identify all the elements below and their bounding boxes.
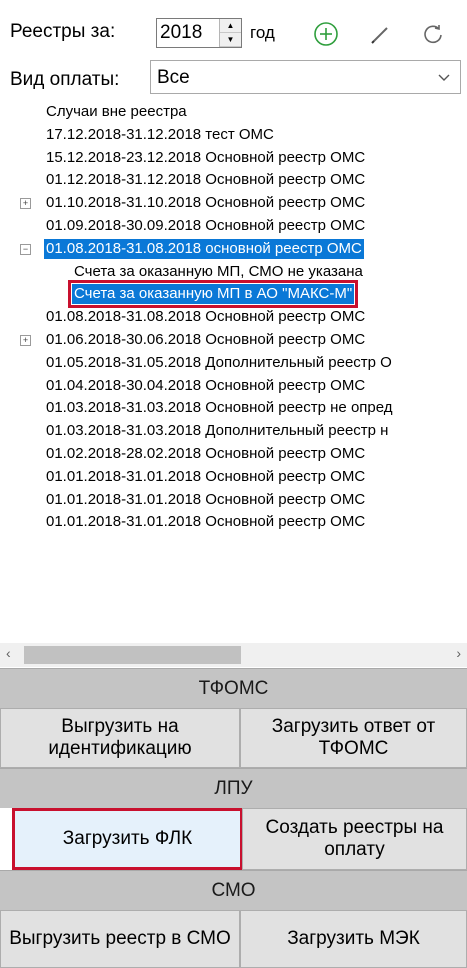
tree-item[interactable]: 17.12.2018-31.12.2018 тест ОМС [44, 125, 276, 145]
tree-item[interactable]: 01.08.2018-31.08.2018 основной реестр ОМ… [44, 238, 364, 259]
chevron-down-icon[interactable] [436, 69, 452, 85]
pencil-icon[interactable] [366, 19, 396, 49]
tree-item[interactable]: 01.01.2018-31.01.2018 Основной реестр ОМ… [44, 467, 367, 487]
year-value[interactable]: 2018 [160, 22, 202, 44]
tree-item[interactable]: 01.08.2018-31.08.2018 Основной реестр ОМ… [44, 307, 367, 327]
toolbar: Реестры за: 2018 ▲ ▼ год Вид оплаты: [0, 0, 467, 90]
payment-type-value: Все [157, 67, 190, 88]
tree-item[interactable]: 01.01.2018-31.01.2018 Основной реестр ОМ… [44, 490, 367, 510]
payment-type-label: Вид оплаты: [10, 69, 120, 90]
tree-item[interactable]: 01.03.2018-31.03.2018 Дополнительный рее… [44, 421, 390, 441]
create-payment-registries-button[interactable]: Создать реестры на оплату [242, 808, 467, 870]
load-flk-button[interactable]: Загрузить ФЛК [12, 808, 243, 870]
expand-icon[interactable]: + [20, 335, 31, 346]
payment-type-select[interactable]: Все [150, 60, 461, 94]
scroll-left-icon[interactable]: ‹ [6, 645, 11, 661]
tree-item[interactable]: 01.04.2018-30.04.2018 Основной реестр ОМ… [44, 376, 367, 396]
lpu-header: ЛПУ [0, 768, 467, 808]
smo-header: СМО [0, 870, 467, 910]
tree-item[interactable]: 01.12.2018-31.12.2018 Основной реестр ОМ… [44, 170, 367, 190]
tree-item[interactable]: 01.10.2018-31.10.2018 Основной реестр ОМ… [44, 193, 367, 213]
horizontal-scrollbar[interactable]: ‹ › [0, 643, 467, 667]
tree-item[interactable]: 01.03.2018-31.03.2018 Основной реестр не… [44, 398, 395, 418]
export-identification-button[interactable]: Выгрузить на идентификацию [0, 708, 240, 768]
load-tfoms-answer-button[interactable]: Загрузить ответ от ТФОМС [240, 708, 467, 768]
year-spin-arrows[interactable]: ▲ ▼ [219, 19, 241, 47]
collapse-icon[interactable]: − [20, 243, 31, 255]
export-registry-smo-button[interactable]: Выгрузить реестр в СМО [0, 910, 240, 968]
spin-up-icon[interactable]: ▲ [220, 19, 241, 33]
scroll-right-icon[interactable]: › [456, 645, 461, 661]
scrollbar-thumb[interactable] [24, 646, 241, 664]
add-icon[interactable] [311, 19, 341, 49]
registry-tree[interactable]: Случаи вне реестра 17.12.2018-31.12.2018 … [0, 96, 467, 636]
tree-item[interactable]: 01.02.2018-28.02.2018 Основной реестр ОМ… [44, 444, 367, 464]
year-suffix: год [250, 23, 275, 42]
tree-item[interactable]: 01.05.2018-31.05.2018 Дополнительный рее… [44, 353, 394, 373]
load-mek-button[interactable]: Загрузить МЭК [240, 910, 467, 968]
tree-item[interactable]: 15.12.2018-23.12.2018 Основной реестр ОМ… [44, 148, 367, 168]
tfoms-header: ТФОМС [0, 668, 467, 708]
tree-item[interactable]: 01.06.2018-30.06.2018 Основной реестр ОМ… [44, 330, 367, 350]
refresh-icon[interactable] [418, 19, 448, 49]
tree-child-item[interactable]: Счета за оказанную МП в АО "МАКС-М" [67, 280, 359, 309]
tree-item[interactable]: 01.01.2018-31.01.2018 Основной реестр ОМ… [44, 512, 367, 532]
spin-down-icon[interactable]: ▼ [220, 33, 241, 47]
tree-item[interactable]: 01.09.2018-30.09.2018 Основной реестр ОМ… [44, 216, 367, 236]
year-label: Реестры за: [10, 21, 116, 42]
tree-child-item[interactable]: Счета за оказанную МП, СМО не указана [72, 262, 365, 282]
year-spinner[interactable]: 2018 ▲ ▼ [156, 18, 242, 48]
expand-icon[interactable]: + [20, 198, 31, 210]
tree-item[interactable]: Случаи вне реестра [44, 102, 189, 122]
